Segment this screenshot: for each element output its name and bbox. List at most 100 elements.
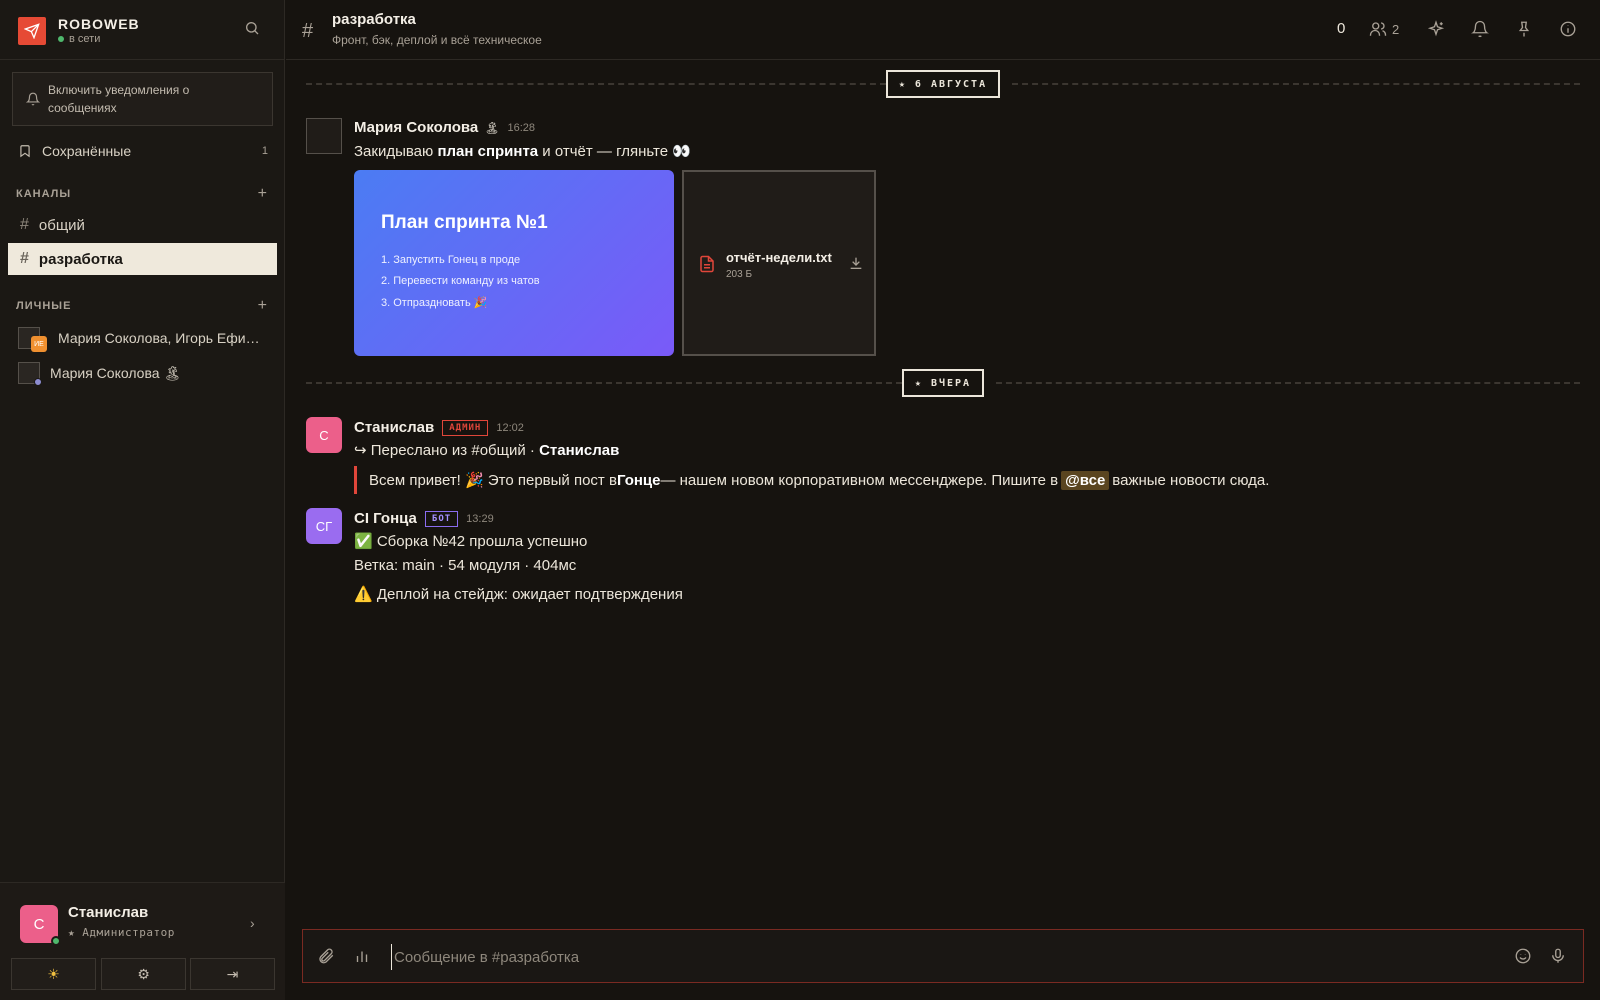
sidebar-item-dm-group[interactable]: ИЕ Мария Соколова, Игорь Ефимов [18, 325, 273, 352]
forwarded-from[interactable]: ↪ Переслано из #общий · Станислав [354, 441, 619, 459]
emoji-icon[interactable] [1514, 947, 1534, 967]
forwarded-author: Станислав [539, 442, 620, 459]
saved-messages-label: Сохранённые [42, 143, 132, 159]
dms-section-title: ЛИЧНЫЕ [16, 300, 72, 312]
admin-badge: АДМИН [442, 419, 489, 436]
current-user-name: Станислав [68, 904, 149, 921]
message-text-part: Закидываю [354, 143, 438, 160]
attachment-list-item: 1. Запустить Гонец в проде [381, 254, 521, 266]
avatar-initials: ИЕ [31, 336, 47, 352]
message-author[interactable]: Мария Соколова [354, 119, 478, 136]
bookmark-icon [18, 144, 32, 158]
file-size: 203 Б [726, 269, 753, 280]
channel-title: разработка [332, 11, 416, 28]
members-button[interactable]: 2 [1369, 20, 1399, 38]
settings-button[interactable]: ⚙ [101, 958, 186, 990]
sparkles-icon[interactable] [1427, 20, 1447, 40]
quote-text: — нашем новом корпоративном мессенджере.… [660, 471, 1059, 489]
quote-text: Всем привет! 🎉 Это первый пост в [369, 472, 617, 489]
unread-count: 0 [1337, 20, 1346, 37]
channels-section-header: КАНАЛЫ + [16, 185, 268, 203]
dm-label: Мария Соколова, Игорь Ефимов [58, 330, 263, 346]
paper-plane-icon [18, 16, 46, 45]
paperclip-icon[interactable] [317, 947, 337, 967]
chevron-right-icon[interactable]: › [250, 915, 255, 931]
add-channel-button[interactable]: + [258, 185, 268, 203]
bell-icon [25, 92, 41, 106]
quote-text: важные новости сюда. [1112, 471, 1270, 489]
gear-icon: ⚙ [137, 965, 150, 982]
message-input[interactable] [391, 944, 1481, 970]
connection-status-label: в сети [69, 33, 101, 45]
avatar [18, 362, 42, 386]
online-dot [51, 936, 61, 946]
poll-icon[interactable] [353, 947, 373, 967]
channel-topic: Фронт, бэк, деплой и всё техническое [332, 33, 542, 47]
info-icon[interactable] [1559, 20, 1579, 40]
avatar[interactable] [306, 118, 342, 154]
enable-notifications-button[interactable]: Включить уведомления о сообщениях [12, 72, 273, 126]
download-icon[interactable] [848, 255, 864, 276]
message-composer [302, 929, 1584, 983]
pin-icon[interactable] [1515, 20, 1535, 40]
channels-section-title: КАНАЛЫ [16, 188, 72, 200]
bell-icon[interactable] [1471, 20, 1491, 40]
theme-toggle-button[interactable]: ☀ [11, 958, 96, 990]
message-time: 13:29 [466, 512, 494, 525]
message-header: Станислав АДМИН 12:02 [354, 419, 524, 436]
bot-badge: БОТ [424, 510, 459, 527]
current-user-panel: С Станислав ★ Администратор › ☀ ⚙ ⇥ [0, 882, 285, 1000]
sun-icon: ☀ [47, 965, 60, 982]
logout-icon: ⇥ [226, 965, 239, 982]
hash-icon: # [20, 250, 29, 267]
online-dot [58, 36, 64, 42]
avatar[interactable]: СГ [306, 508, 342, 544]
microphone-icon[interactable] [1549, 947, 1569, 967]
mention-all[interactable]: @все [1061, 470, 1110, 490]
image-attachment[interactable]: План спринта №1 1. Запустить Гонец в про… [354, 170, 674, 356]
attachment-list-item: 3. Отпраздновать 🎉 [381, 297, 488, 309]
date-divider: ★ ВЧЕРА [306, 369, 1580, 397]
sidebar-divider [0, 59, 285, 60]
brand-name: ROBOWEB [58, 16, 140, 32]
file-attachment[interactable]: отчёт-недели.txt 203 Б [682, 170, 876, 356]
avatar[interactable]: С [306, 417, 342, 453]
message-header: CI Гонца БОТ 13:29 [354, 510, 494, 527]
document-icon [698, 254, 716, 279]
logout-button[interactable]: ⇥ [190, 958, 275, 990]
date-divider-label: ★ 6 АВГУСТА [886, 70, 1000, 98]
members-count: 2 [1392, 21, 1400, 37]
add-dm-button[interactable]: + [258, 297, 268, 315]
current-user-role: ★ Администратор [68, 926, 175, 939]
brand: ROBOWEB в сети [18, 16, 140, 45]
message-author[interactable]: Станислав [354, 419, 434, 436]
message-header: Мария Соколова 🏝 16:28 [354, 119, 535, 136]
avatar-initial: С [33, 915, 45, 933]
enable-notifications-label: Включить уведомления о сообщениях [48, 83, 190, 115]
quote-bold: Гонце [616, 471, 661, 489]
attachment-list-item: 2. Перевести команду из чатов [381, 275, 540, 287]
message-line: Ветка: main · 54 модуля · 404мс [354, 557, 577, 574]
message-text-part: и отчёт — гляньте 👀 [538, 143, 691, 160]
file-name: отчёт-недели.txt [726, 250, 832, 265]
message-line: ⚠️ Деплой на стейдж: ожидает подтвержден… [354, 586, 683, 603]
message-line: ✅ Сборка №42 прошла успешно [354, 533, 588, 550]
avatar[interactable]: С [20, 905, 61, 946]
channel-header: # разработка Фронт, бэк, деплой и всё те… [286, 0, 1600, 60]
sidebar-item-dm-maria[interactable]: Мария Соколова 🏝 [18, 360, 273, 386]
sidebar-item-channel-dev[interactable]: # разработка [8, 243, 277, 275]
message-text: Закидываю план спринта и отчёт — гляньте… [354, 142, 691, 160]
sidebar-item-channel-general[interactable]: # общий [8, 209, 277, 241]
search-icon[interactable] [244, 20, 264, 40]
author-status-emoji: 🏝 [484, 120, 500, 135]
hash-icon: # [20, 216, 29, 233]
attachment-title: План спринта №1 [381, 212, 548, 233]
presence-dot [34, 378, 42, 386]
dms-section-header: ЛИЧНЫЕ + [16, 297, 268, 315]
message-time: 12:02 [496, 421, 524, 434]
saved-messages-item[interactable]: Сохранённые 1 [18, 140, 268, 162]
forwarded-label: ↪ Переслано из #общий · [354, 442, 540, 459]
avatar: ИЕ [18, 327, 47, 352]
sidebar: ROBOWEB в сети Включить уведомления о со… [0, 0, 285, 1000]
message-author[interactable]: CI Гонца [354, 510, 417, 527]
